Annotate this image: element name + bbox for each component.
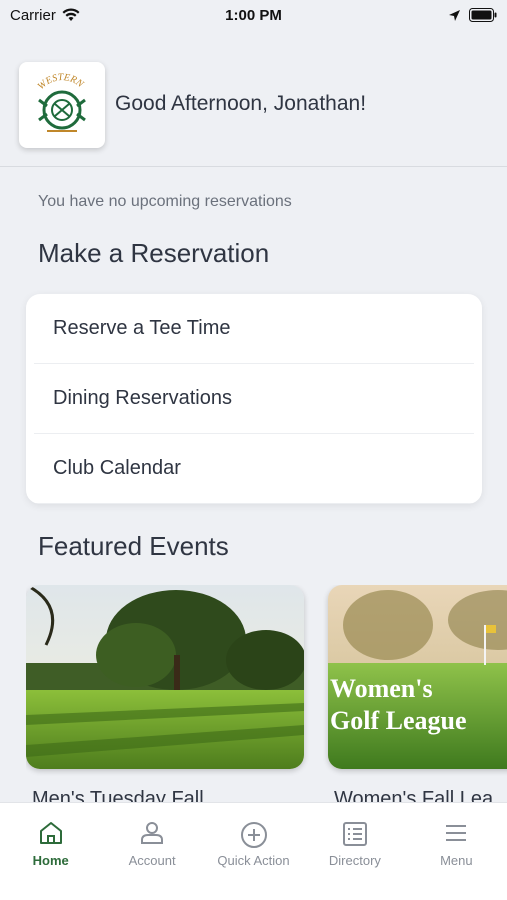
plus-circle-icon — [240, 822, 267, 848]
tab-account[interactable]: Account — [101, 803, 202, 900]
wifi-icon — [62, 8, 80, 21]
status-time: 1:00 PM — [225, 6, 282, 24]
tab-home-label: Home — [32, 853, 69, 868]
person-icon — [141, 822, 164, 844]
tab-menu-label: Menu — [440, 853, 473, 868]
event-card-mens-tuesday[interactable] — [26, 585, 304, 769]
location-arrow-icon — [448, 9, 460, 21]
event-image-caption-2: Golf League — [330, 706, 467, 735]
list-icon — [342, 822, 367, 846]
tab-account-label: Account — [128, 853, 176, 868]
event-card-womens-fall[interactable]: Women's Golf League — [328, 585, 507, 769]
status-left: Carrier — [10, 7, 160, 24]
club-calendar-button[interactable]: Club Calendar — [34, 434, 474, 504]
no-reservations-text: You have no upcoming reservations — [38, 193, 292, 210]
reservation-options-card: Reserve a Tee Time Dining Reservations C… — [26, 294, 482, 504]
greeting-text: Good Afternoon, Jonathan! — [115, 92, 367, 115]
featured-events-heading: Featured Events — [38, 531, 229, 561]
event-image-caption-1: Women's — [330, 674, 433, 703]
header: WESTERN Good Afternoon, Jonathan! — [0, 60, 507, 167]
club-calendar-label: Club Calendar — [53, 457, 181, 479]
tab-quick-action-label: Quick Action — [217, 853, 290, 868]
make-reservation-heading: Make a Reservation — [38, 238, 270, 268]
tab-menu[interactable]: Menu — [406, 803, 507, 900]
event-image-golf-course — [26, 585, 304, 769]
home-icon — [39, 822, 62, 844]
event-image-womens-golf: Women's Golf League — [328, 585, 507, 769]
featured-events-carousel[interactable]: Men's Tuesday Fall Women's Golf League W… — [26, 585, 507, 805]
reserve-tee-time-label: Reserve a Tee Time — [53, 317, 231, 339]
carrier-label: Carrier — [10, 6, 56, 24]
tab-quick-action[interactable]: Quick Action — [203, 803, 304, 900]
svg-text:WESTERN: WESTERN — [36, 72, 87, 92]
tab-bar: Home Account Quick Action Directory Menu — [0, 802, 507, 900]
dining-reservations-label: Dining Reservations — [53, 387, 232, 409]
logo-text: WESTERN — [36, 72, 87, 92]
status-bar: Carrier 1:00 PM — [0, 0, 507, 30]
club-crest-icon: WESTERN — [36, 72, 87, 132]
club-logo: WESTERN — [19, 62, 105, 148]
tab-home[interactable]: Home — [0, 803, 101, 900]
tab-directory[interactable]: Directory — [304, 803, 405, 900]
battery-icon — [468, 8, 497, 22]
reserve-tee-time-button[interactable]: Reserve a Tee Time — [34, 294, 474, 364]
hamburger-icon — [446, 825, 467, 841]
status-right — [347, 8, 497, 22]
dining-reservations-button[interactable]: Dining Reservations — [34, 364, 474, 434]
tab-directory-label: Directory — [328, 853, 381, 868]
